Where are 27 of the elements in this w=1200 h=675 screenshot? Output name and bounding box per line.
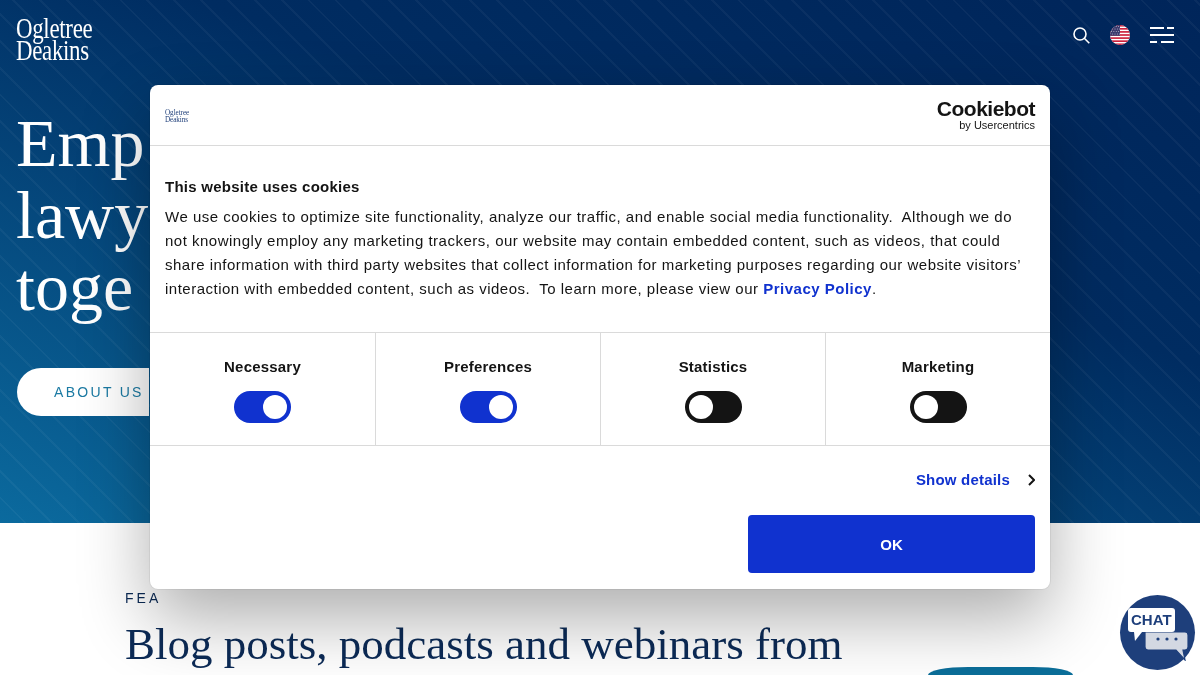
toggle-switch[interactable] (684, 391, 742, 423)
dialog-title: This website uses cookies (165, 177, 361, 197)
cropped-button[interactable] (928, 667, 1073, 675)
privacy-policy-link[interactable]: Privacy Policy (763, 280, 872, 297)
flag-icon[interactable] (1110, 25, 1130, 45)
toggle-switch[interactable] (909, 391, 967, 423)
hero-heading: Emp lawy toge (16, 107, 149, 323)
menu-icon[interactable] (1150, 27, 1174, 43)
ok-button[interactable]: OK (748, 515, 1035, 573)
consent-text: We use cookies to optimize site functionality, analyze our traffic, and enable social media functionality. Although we do not knowingly employ any marketing trackers, our website may contain embedded content, such as videos, that could share information with third party websites that collect information for marketing purposes regarding our website visitors’ interaction with embedded content, such as videos. To learn more, please view our Privacy Policy. (165, 207, 1022, 299)
dialog-logo: Ogletree Deakins (165, 108, 190, 124)
speech-bubbles-icon (1131, 632, 1189, 661)
chevron-icon (1028, 474, 1035, 486)
section-eyebrow: FEA (125, 590, 162, 606)
site-logo[interactable]: Ogletree Deakins (16, 14, 93, 61)
section-heading: Blog posts, podcasts and webinars from (125, 618, 843, 670)
category-label: Marketing (901, 357, 975, 377)
category-label: Preferences (443, 357, 533, 377)
brand-name: Cookiebot (936, 99, 1035, 119)
brand-byline: by Usercentrics (959, 119, 1035, 131)
toggle-switch[interactable] (234, 391, 291, 423)
about-us-button[interactable]: ABOUT US (17, 368, 149, 416)
category-label: Statistics (678, 357, 748, 377)
category-label: Necessary (224, 357, 301, 377)
search-icon[interactable] (1073, 26, 1090, 44)
show-details-link[interactable]: Show details (915, 470, 1035, 490)
toggle-switch[interactable] (459, 391, 517, 423)
